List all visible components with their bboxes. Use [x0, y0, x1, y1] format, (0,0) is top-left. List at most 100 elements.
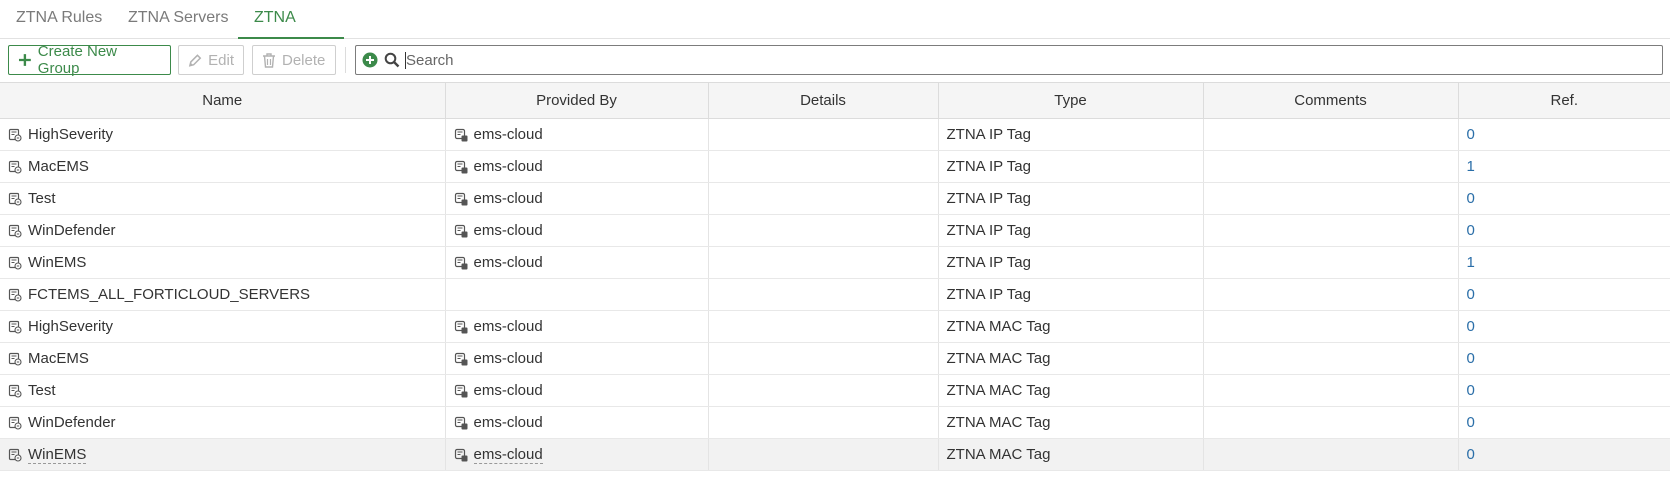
tab-ztna-servers[interactable]: ZTNA Servers [112, 0, 244, 39]
comments-cell [1203, 246, 1459, 279]
ref-count-link[interactable]: 0 [1458, 374, 1670, 407]
provider-name: ems-cloud [473, 350, 543, 367]
provided-by-cell: ems-cloud [445, 118, 709, 151]
ref-count-link[interactable]: 0 [1458, 182, 1670, 215]
create-new-group-label: Create New Group [37, 43, 117, 77]
search-input[interactable] [406, 51, 1662, 69]
provider-name: ems-cloud [473, 158, 543, 175]
ref-count-link[interactable]: 0 [1458, 310, 1670, 343]
comments-cell [1203, 406, 1459, 439]
tag-group-icon [8, 192, 22, 206]
column-header-ref[interactable]: Ref. [1458, 82, 1670, 119]
ref-count-link[interactable]: 0 [1458, 214, 1670, 247]
comments-cell [1203, 342, 1459, 375]
column-header-details[interactable]: Details [708, 82, 939, 119]
tab-ztna-tags[interactable]: ZTNA Tags [238, 0, 344, 62]
table-row[interactable]: FCTEMS_ALL_FORTICLOUD_SERVERS ZTNA IP Tag… [0, 278, 1670, 311]
tag-group-icon [8, 384, 22, 398]
name-cell[interactable]: HighSeverity [0, 118, 446, 151]
ems-server-icon [454, 352, 467, 365]
ref-count-link[interactable]: 0 [1458, 118, 1670, 151]
table-row[interactable]: HighSeverity ems-cloud ZTNA MAC Tag 0 [0, 310, 1670, 343]
toolbar-divider [345, 47, 346, 73]
ref-count-link[interactable]: 0 [1458, 278, 1670, 311]
name-cell[interactable]: WinDefender [0, 214, 446, 247]
table-row[interactable]: HighSeverity ems-cloud ZTNA IP Tag 0 [0, 118, 1670, 151]
ems-server-icon [454, 128, 467, 141]
tag-name: HighSeverity [28, 126, 114, 143]
comments-cell [1203, 278, 1459, 311]
tag-name: Test [28, 382, 56, 399]
ems-server-icon [454, 160, 467, 173]
delete-label: Delete [282, 51, 326, 69]
table-row[interactable]: Test ems-cloud ZTNA MAC Tag 0 [0, 374, 1670, 407]
tag-group-icon [8, 224, 22, 238]
type-cell: ZTNA MAC Tag [938, 406, 1204, 439]
ref-count-link[interactable]: 1 [1458, 150, 1670, 183]
ref-count-link[interactable]: 0 [1458, 438, 1670, 471]
comments-cell [1203, 182, 1459, 215]
comments-cell [1203, 310, 1459, 343]
search-box[interactable] [355, 45, 1663, 75]
ref-count-link[interactable]: 1 [1458, 246, 1670, 279]
details-cell [708, 246, 939, 279]
type-cell: ZTNA IP Tag [938, 150, 1204, 183]
name-cell[interactable]: Test [0, 374, 446, 407]
table-row[interactable]: WinEMS ems-cloud ZTNA MAC Tag 0 [0, 438, 1670, 471]
details-cell [708, 374, 939, 407]
provided-by-cell: ems-cloud [445, 310, 709, 343]
details-cell [708, 438, 939, 471]
table-row[interactable]: WinDefender ems-cloud ZTNA MAC Tag 0 [0, 406, 1670, 439]
details-cell [708, 182, 939, 215]
table-row[interactable]: Test ems-cloud ZTNA IP Tag 0 [0, 182, 1670, 215]
delete-button[interactable]: Delete [252, 45, 336, 75]
ems-server-icon [454, 448, 467, 461]
column-header-name[interactable]: Name [0, 82, 446, 119]
column-header-comments[interactable]: Comments [1203, 82, 1459, 119]
column-header-provided-by[interactable]: Provided By [445, 82, 709, 119]
details-cell [708, 278, 939, 311]
type-cell: ZTNA IP Tag [938, 118, 1204, 151]
name-cell[interactable]: Test [0, 182, 446, 215]
ems-server-icon [454, 320, 467, 333]
details-cell [708, 310, 939, 343]
name-cell[interactable]: HighSeverity [0, 310, 446, 343]
provided-by-cell: ems-cloud [445, 438, 709, 471]
ref-count-link[interactable]: 0 [1458, 406, 1670, 439]
tag-group-icon [8, 160, 22, 174]
comments-cell [1203, 438, 1459, 471]
tab-ztna-rules[interactable]: ZTNA Rules [0, 0, 118, 39]
type-cell: ZTNA IP Tag [938, 214, 1204, 247]
provider-name: ems-cloud [473, 222, 543, 239]
ems-server-icon [454, 192, 467, 205]
name-cell[interactable]: WinDefender [0, 406, 446, 439]
ems-server-icon [454, 224, 467, 237]
tag-name: MacEMS [28, 350, 89, 367]
type-cell: ZTNA IP Tag [938, 182, 1204, 215]
type-cell: ZTNA MAC Tag [938, 310, 1204, 343]
ztna-tags-table: Name Provided By Details Type Comments R… [0, 82, 1670, 471]
tag-group-icon [8, 320, 22, 334]
name-cell[interactable]: WinEMS [0, 246, 446, 279]
edit-button[interactable]: Edit [178, 45, 244, 75]
comments-cell [1203, 374, 1459, 407]
create-new-group-button[interactable]: Create New Group [8, 43, 171, 77]
name-cell[interactable]: MacEMS [0, 150, 446, 183]
name-cell[interactable]: WinEMS [0, 438, 446, 471]
column-header-type[interactable]: Type [938, 82, 1204, 119]
tag-name: HighSeverity [28, 318, 114, 335]
ref-count-link[interactable]: 0 [1458, 342, 1670, 375]
ems-server-icon [454, 416, 467, 429]
table-row[interactable]: MacEMS ems-cloud ZTNA IP Tag 1 [0, 150, 1670, 183]
name-cell[interactable]: FCTEMS_ALL_FORTICLOUD_SERVERS [0, 278, 446, 311]
table-row[interactable]: MacEMS ems-cloud ZTNA MAC Tag 0 [0, 342, 1670, 375]
provided-by-cell: ems-cloud [445, 150, 709, 183]
table-row[interactable]: WinDefender ems-cloud ZTNA IP Tag 0 [0, 214, 1670, 247]
table-row[interactable]: WinEMS ems-cloud ZTNA IP Tag 1 [0, 246, 1670, 279]
provider-name: ems-cloud [473, 414, 543, 431]
tag-group-icon [8, 128, 22, 142]
tag-group-icon [8, 448, 22, 462]
add-filter-icon[interactable] [362, 52, 378, 68]
provided-by-cell: ems-cloud [445, 374, 709, 407]
name-cell[interactable]: MacEMS [0, 342, 446, 375]
